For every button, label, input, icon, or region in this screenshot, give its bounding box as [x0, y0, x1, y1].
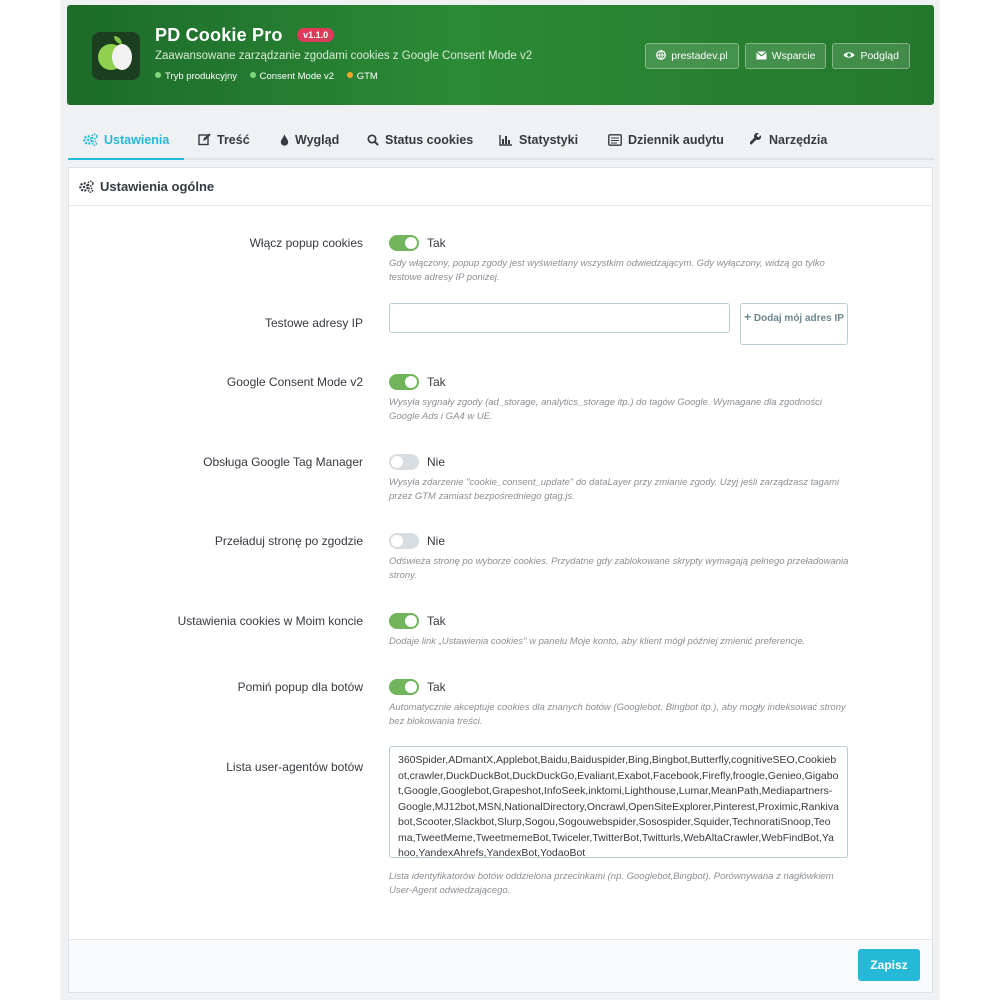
consent-mode-toggle[interactable]: [389, 373, 419, 390]
skip-bots-toggle[interactable]: [389, 678, 419, 695]
status-consent-mode: Consent Mode v2: [249, 71, 334, 82]
consent-mode-help: Wysyła sygnały zgody (ad_storage, analyt…: [389, 397, 823, 422]
app-subtitle: Zaawansowane zarządzanie zgodami cookies…: [155, 50, 533, 62]
log-icon: [608, 133, 622, 146]
panel-heading: Ustawienia ogólne: [69, 168, 932, 206]
account-settings-value: Tak: [427, 613, 446, 628]
bot-agents-help: Lista identyfikatorów botów oddzielona p…: [389, 871, 834, 896]
globe-icon: [656, 50, 667, 61]
status-production: Tryb produkcyjny: [155, 71, 237, 82]
settings-panel: Ustawienia ogólne Włącz popup cookies Ta…: [68, 167, 933, 993]
support-button[interactable]: Wsparcie: [744, 43, 827, 69]
account-settings-help: Dodaje link „Ustawienia cookies" w panel…: [389, 636, 806, 647]
reload-toggle[interactable]: [389, 532, 419, 549]
preview-button[interactable]: Podgląd: [832, 43, 910, 69]
skip-bots-label: Pomiń popup dla botów: [237, 680, 363, 694]
app-title: PD Cookie Pro: [155, 25, 283, 45]
edit-icon: [198, 133, 211, 146]
gtm-label: Obsługa Google Tag Manager: [203, 455, 363, 469]
module-header: PD Cookie Pro v1.1.0 Zaawansowane zarząd…: [67, 5, 934, 105]
gtm-value: Nie: [427, 454, 446, 469]
enable-popup-toggle[interactable]: [389, 234, 419, 251]
tint-icon: [280, 134, 289, 146]
tab-narzedzia[interactable]: Narzędzia: [749, 122, 827, 158]
tab-statystyki[interactable]: Statystyki: [499, 122, 578, 158]
skip-bots-value: Tak: [427, 679, 446, 694]
wrench-icon: [749, 133, 762, 146]
save-button[interactable]: Zapisz: [858, 949, 920, 981]
panel-title: Ustawienia ogólne: [100, 179, 215, 194]
tab-ustawienia[interactable]: Ustawienia: [68, 122, 185, 160]
search-icon: [367, 134, 379, 146]
bot-agents-textarea[interactable]: 360Spider,ADmantX,Applebot,Baidu,Baidusp…: [389, 746, 848, 858]
tab-tresc[interactable]: Treść: [198, 122, 250, 158]
app-logo: [92, 32, 140, 80]
skip-bots-help: Automatycznie akceptuje cookies dla znan…: [389, 702, 846, 727]
tab-dziennik-audytu[interactable]: Dziennik audytu: [608, 122, 724, 158]
gtm-help: Wysyła zdarzenie "cookie_consent_update"…: [389, 477, 840, 502]
tab-bar: Ustawienia Treść Wygląd Status cookies S…: [68, 122, 934, 160]
tab-wyglad[interactable]: Wygląd: [280, 122, 339, 158]
gtm-toggle[interactable]: [389, 453, 419, 470]
enable-popup-label: Włącz popup cookies: [249, 236, 363, 250]
bar-chart-icon: [499, 134, 512, 146]
status-indicators: Tryb produkcyjny Consent Mode v2 GTM: [155, 71, 532, 82]
enable-popup-value: Tak: [427, 235, 446, 250]
reload-label: Przeładuj stronę po zgodzie: [214, 534, 363, 548]
reload-value: Nie: [427, 533, 446, 548]
gears-icon: [79, 180, 94, 194]
consent-mode-value: Tak: [427, 374, 446, 389]
prestadev-link-button[interactable]: prestadev.pl: [645, 43, 739, 69]
enable-popup-help: Gdy włączony, popup zgody jest wyświetla…: [389, 258, 825, 283]
envelope-icon: [755, 51, 767, 60]
reload-help: Odświeża stronę po wyborze cookies. Przy…: [389, 556, 849, 581]
add-my-ip-button[interactable]: + Dodaj mój adres IP: [740, 303, 848, 345]
test-ips-label: Testowe adresy IP: [264, 316, 363, 330]
tab-status-cookies[interactable]: Status cookies: [367, 122, 473, 158]
eye-icon: [843, 52, 855, 58]
plus-icon: +: [744, 310, 752, 324]
account-settings-label: Ustawienia cookies w Moim koncie: [177, 614, 363, 628]
test-ips-input[interactable]: [389, 303, 730, 333]
consent-mode-label: Google Consent Mode v2: [226, 375, 363, 389]
status-gtm: GTM: [346, 71, 378, 82]
panel-footer: Zapisz: [69, 939, 932, 992]
bot-agents-label: Lista user-agentów botów: [226, 760, 363, 774]
gears-icon: [83, 133, 98, 147]
account-settings-toggle[interactable]: [389, 612, 419, 629]
version-badge: v1.1.0: [297, 28, 335, 43]
